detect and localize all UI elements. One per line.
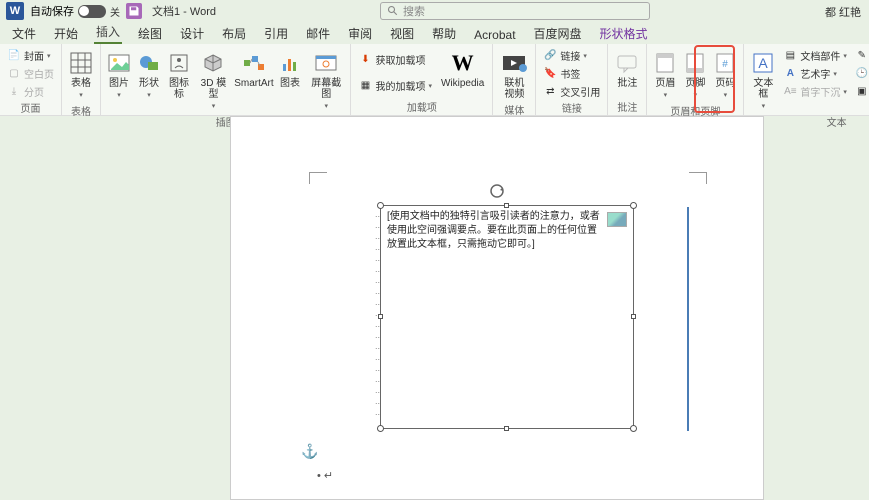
group-illustrations: 图片▾ 形状▾ 图标标 3D 模型▾ SmartArt 图表 屏幕截图▾ 插图 (101, 44, 351, 115)
handle-w[interactable] (378, 314, 383, 319)
pagenum-button[interactable]: #页码▾ (711, 47, 739, 103)
tab-layout[interactable]: 布局 (220, 25, 248, 44)
textbox-text[interactable]: [使用文档中的独特引言吸引读者的注意力，或者使用此空间强调要点。要在此页面上的任… (381, 206, 633, 256)
get-addins-button[interactable]: ⬇获取加载项 (355, 51, 435, 68)
ribbon-tabs: 文件 开始 插入 绘图 设计 布局 引用 邮件 审阅 视图 帮助 Acrobat… (0, 22, 869, 44)
handle-ne[interactable] (630, 202, 637, 209)
tab-baidu[interactable]: 百度网盘 (532, 25, 584, 44)
icons-button[interactable]: 图标标 (165, 47, 193, 102)
textbox-image-icon (607, 212, 627, 227)
textbox-button[interactable]: A文本框▾ (748, 47, 778, 114)
online-video-button[interactable]: 联机视频 (497, 47, 531, 102)
titlebar: W 自动保存 关 文档1 - Word 搜索 都 红艳 (0, 0, 869, 22)
tab-help[interactable]: 帮助 (430, 25, 458, 44)
smartart-button[interactable]: SmartArt (234, 47, 274, 91)
toggle-icon (78, 5, 106, 18)
rotate-handle[interactable] (489, 183, 505, 202)
bookmark-button[interactable]: 🔖书签 (540, 65, 603, 82)
my-addins-button[interactable]: ▦我的加载项▾ (355, 77, 435, 94)
dropcap-button[interactable]: A≡首字下沉▾ (780, 83, 850, 100)
object-button[interactable]: ▣对象▾ (852, 83, 869, 100)
tab-references[interactable]: 引用 (262, 25, 290, 44)
crossref-button[interactable]: ⇄交叉引用 (540, 83, 603, 100)
textbox-shape[interactable]: [使用文档中的独特引言吸引读者的注意力，或者使用此空间强调要点。要在此页面上的任… (380, 205, 634, 429)
tab-mailings[interactable]: 邮件 (304, 25, 332, 44)
quickparts-button[interactable]: ▤文档部件▾ (780, 47, 850, 64)
chart-button[interactable]: 图表 (276, 47, 304, 91)
handle-s[interactable] (504, 426, 509, 431)
datetime-button[interactable]: 🕒日期和时间 (852, 65, 869, 82)
word-icon: W (6, 2, 24, 20)
page-break-button[interactable]: ⤓分页 (4, 83, 57, 100)
tab-home[interactable]: 开始 (52, 25, 80, 44)
pictures-button[interactable]: 图片▾ (105, 47, 133, 103)
wordart-button[interactable]: A艺术字▾ (780, 65, 850, 82)
group-page: 📄封面▾ ▢空白页 ⤓分页 页面 (0, 44, 62, 115)
group-comments: 批注 批注 (608, 44, 647, 115)
wikipedia-button[interactable]: WWikipedia (437, 47, 488, 91)
document-canvas[interactable]: ........................................… (230, 116, 764, 500)
handle-se[interactable] (630, 425, 637, 432)
save-icon[interactable] (126, 3, 142, 19)
comment-button[interactable]: 批注 (612, 47, 642, 91)
ribbon: 📄封面▾ ▢空白页 ⤓分页 页面 表格▾ 表格 图片▾ 形状▾ 图标标 3D 模… (0, 44, 869, 116)
handle-n[interactable] (504, 203, 509, 208)
tab-acrobat[interactable]: Acrobat (472, 28, 517, 44)
tab-view[interactable]: 视图 (388, 25, 416, 44)
3dmodel-button[interactable]: 3D 模型▾ (195, 47, 232, 114)
link-button[interactable]: 🔗链接▾ (540, 47, 603, 64)
tab-design[interactable]: 设计 (178, 25, 206, 44)
document-title: 文档1 - Word (152, 3, 216, 19)
shapes-button[interactable]: 形状▾ (135, 47, 163, 103)
tab-shape-format[interactable]: 形状格式 (598, 25, 650, 44)
svg-text:#: # (723, 59, 729, 70)
signature-button[interactable]: ✎签名行▾ (852, 47, 869, 64)
search-input[interactable]: 搜索 (380, 2, 650, 20)
tab-draw[interactable]: 绘图 (136, 25, 164, 44)
table-button[interactable]: 表格▾ (66, 47, 96, 103)
blank-page-button[interactable]: ▢空白页 (4, 65, 57, 82)
tab-review[interactable]: 审阅 (346, 25, 374, 44)
header-button[interactable]: 页眉▾ (651, 47, 679, 103)
tab-file[interactable]: 文件 (10, 25, 38, 44)
group-tables: 表格▾ 表格 (62, 44, 101, 115)
margin-corner-tr (689, 172, 707, 184)
paragraph-mark: • ↵ (317, 469, 333, 482)
anchor-icon: ⚓ (301, 443, 318, 460)
autosave-toggle[interactable]: 自动保存 关 (30, 3, 120, 19)
group-text: A文本框▾ ▤文档部件▾ A艺术字▾ A≡首字下沉▾ ✎签名行▾ 🕒日期和时间 … (744, 44, 869, 115)
group-headerfooter: 页眉▾ 页脚▾ #页码▾ 页眉和页脚 (647, 44, 744, 115)
screenshot-button[interactable]: 屏幕截图▾ (306, 47, 347, 114)
group-media: 联机视频 媒体 (493, 44, 536, 115)
group-addins: ⬇获取加载项 ▦我的加载项▾ WWikipedia 加载项 (351, 44, 493, 115)
tab-insert[interactable]: 插入 (94, 23, 122, 44)
search-icon (387, 5, 399, 17)
username[interactable]: 都 红艳 (825, 4, 861, 20)
handle-e[interactable] (631, 314, 636, 319)
group-links: 🔗链接▾ 🔖书签 ⇄交叉引用 链接 (536, 44, 608, 115)
cover-page-button[interactable]: 📄封面▾ (4, 47, 57, 64)
handle-sw[interactable] (377, 425, 384, 432)
svg-text:A: A (759, 55, 769, 71)
margin-corner-tl (309, 172, 327, 184)
footer-button[interactable]: 页脚▾ (681, 47, 709, 103)
vertical-rule (687, 207, 689, 431)
handle-nw[interactable] (377, 202, 384, 209)
